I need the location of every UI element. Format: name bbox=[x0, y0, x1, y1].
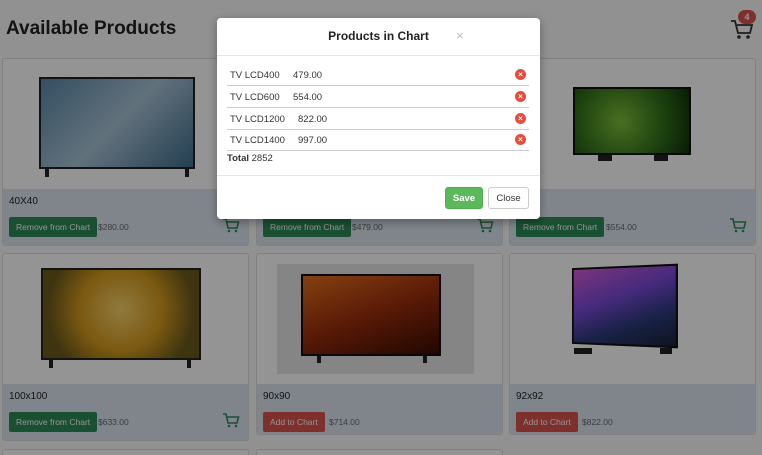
cart-item-price: 997.00 bbox=[298, 135, 328, 146]
cart-item-name: TV LCD1400 bbox=[230, 135, 285, 146]
cart-item-name: TV LCD400 bbox=[230, 70, 280, 81]
modal-title: Products in Chart bbox=[328, 29, 429, 43]
cart-item-row: TV LCD600 554.00 × bbox=[227, 87, 529, 108]
cart-item-row: TV LCD1400 997.00 × bbox=[227, 130, 529, 151]
remove-circle-icon[interactable]: × bbox=[515, 69, 526, 80]
save-button[interactable]: Save bbox=[445, 187, 483, 209]
remove-circle-icon[interactable]: × bbox=[515, 134, 526, 145]
cart-item-price: 822.00 bbox=[298, 114, 328, 125]
cart-item-name: TV LCD600 bbox=[230, 92, 280, 103]
cart-item-price: 479.00 bbox=[293, 70, 323, 81]
cart-item-row: TV LCD1200 822.00 × bbox=[227, 109, 529, 130]
remove-circle-icon[interactable]: × bbox=[515, 91, 526, 102]
total-label: Total bbox=[227, 153, 249, 164]
cart-item-price: 554.00 bbox=[293, 92, 323, 103]
remove-circle-icon[interactable]: × bbox=[515, 113, 526, 124]
close-icon[interactable]: × bbox=[456, 28, 464, 43]
cart-total: Total 2852 bbox=[227, 153, 273, 164]
total-value: 2852 bbox=[251, 153, 273, 164]
cart-modal: Products in Chart × TV LCD400 479.00 × T… bbox=[217, 18, 540, 219]
cart-item-row: TV LCD400 479.00 × bbox=[227, 65, 529, 86]
close-button[interactable]: Close bbox=[488, 187, 529, 209]
cart-item-name: TV LCD1200 bbox=[230, 114, 285, 125]
